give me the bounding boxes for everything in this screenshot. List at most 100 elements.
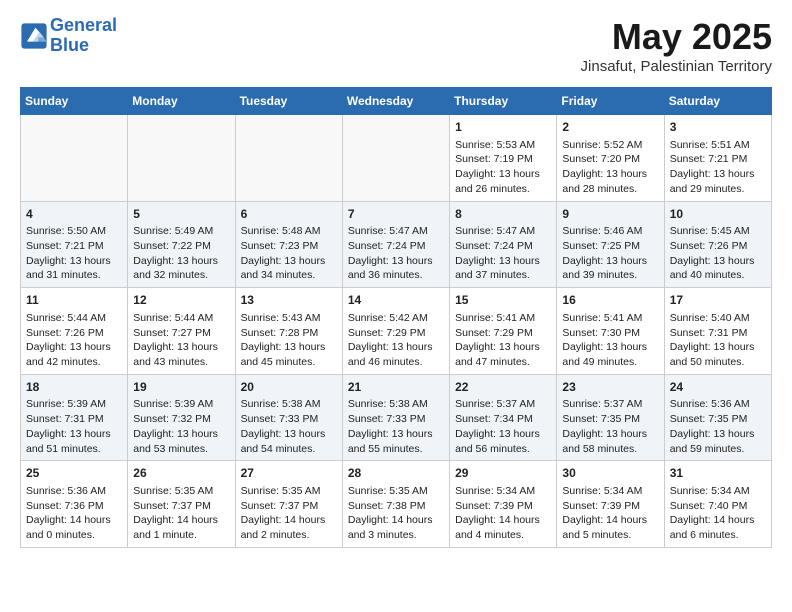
cell-info-line: Sunset: 7:21 PM	[26, 239, 122, 254]
cell-info-line: Daylight: 13 hours	[26, 427, 122, 442]
cell-info-line: Sunset: 7:24 PM	[348, 239, 444, 254]
cell-info-line: and 37 minutes.	[455, 268, 551, 283]
cell-info-line: Sunset: 7:31 PM	[26, 412, 122, 427]
cell-info-line: Sunrise: 5:47 AM	[348, 224, 444, 239]
location-title: Jinsafut, Palestinian Territory	[581, 58, 772, 75]
cell-info-line: Sunset: 7:37 PM	[241, 499, 337, 514]
cell-info-line: Sunset: 7:33 PM	[348, 412, 444, 427]
cell-info-line: and 50 minutes.	[670, 355, 766, 370]
calendar-header: Sunday Monday Tuesday Wednesday Thursday…	[21, 88, 772, 115]
cell-info-line: Sunrise: 5:45 AM	[670, 224, 766, 239]
cell-info-line: Daylight: 13 hours	[562, 254, 658, 269]
calendar-week-5: 25Sunrise: 5:36 AMSunset: 7:36 PMDayligh…	[21, 461, 772, 548]
calendar-cell	[342, 115, 449, 202]
col-friday: Friday	[557, 88, 664, 115]
cell-info-line: Daylight: 14 hours	[348, 513, 444, 528]
cell-info-line: Daylight: 14 hours	[455, 513, 551, 528]
calendar-cell: 29Sunrise: 5:34 AMSunset: 7:39 PMDayligh…	[450, 461, 557, 548]
cell-info-line: and 4 minutes.	[455, 528, 551, 543]
calendar-cell: 15Sunrise: 5:41 AMSunset: 7:29 PMDayligh…	[450, 288, 557, 375]
day-number: 12	[133, 292, 229, 309]
day-number: 4	[26, 206, 122, 223]
cell-info-line: Daylight: 14 hours	[133, 513, 229, 528]
day-number: 22	[455, 379, 551, 396]
cell-info-line: Sunset: 7:32 PM	[133, 412, 229, 427]
day-number: 16	[562, 292, 658, 309]
cell-info-line: Sunset: 7:38 PM	[348, 499, 444, 514]
cell-info-line: Sunset: 7:39 PM	[455, 499, 551, 514]
day-number: 18	[26, 379, 122, 396]
cell-info-line: Daylight: 14 hours	[26, 513, 122, 528]
logo: General Blue	[20, 16, 117, 56]
cell-info-line: Sunset: 7:26 PM	[670, 239, 766, 254]
calendar-cell: 1Sunrise: 5:53 AMSunset: 7:19 PMDaylight…	[450, 115, 557, 202]
day-number: 23	[562, 379, 658, 396]
cell-info-line: Sunset: 7:39 PM	[562, 499, 658, 514]
cell-info-line: and 53 minutes.	[133, 442, 229, 457]
day-number: 24	[670, 379, 766, 396]
cell-info-line: and 2 minutes.	[241, 528, 337, 543]
day-number: 15	[455, 292, 551, 309]
cell-info-line: and 3 minutes.	[348, 528, 444, 543]
cell-info-line: Daylight: 13 hours	[670, 254, 766, 269]
cell-info-line: and 28 minutes.	[562, 182, 658, 197]
day-number: 7	[348, 206, 444, 223]
calendar-week-4: 18Sunrise: 5:39 AMSunset: 7:31 PMDayligh…	[21, 374, 772, 461]
cell-info-line: Sunrise: 5:38 AM	[241, 397, 337, 412]
cell-info-line: and 59 minutes.	[670, 442, 766, 457]
cell-info-line: and 55 minutes.	[348, 442, 444, 457]
calendar-cell: 10Sunrise: 5:45 AMSunset: 7:26 PMDayligh…	[664, 201, 771, 288]
cell-info-line: and 58 minutes.	[562, 442, 658, 457]
cell-info-line: Sunrise: 5:34 AM	[455, 484, 551, 499]
cell-info-line: Sunset: 7:22 PM	[133, 239, 229, 254]
cell-info-line: and 46 minutes.	[348, 355, 444, 370]
cell-info-line: Daylight: 13 hours	[562, 427, 658, 442]
cell-info-line: Daylight: 13 hours	[348, 254, 444, 269]
cell-info-line: Sunrise: 5:36 AM	[670, 397, 766, 412]
cell-info-line: Daylight: 13 hours	[241, 427, 337, 442]
cell-info-line: Daylight: 13 hours	[133, 254, 229, 269]
cell-info-line: Sunrise: 5:38 AM	[348, 397, 444, 412]
cell-info-line: Sunset: 7:20 PM	[562, 152, 658, 167]
cell-info-line: Sunrise: 5:43 AM	[241, 311, 337, 326]
day-number: 31	[670, 465, 766, 482]
calendar-week-3: 11Sunrise: 5:44 AMSunset: 7:26 PMDayligh…	[21, 288, 772, 375]
calendar-cell: 9Sunrise: 5:46 AMSunset: 7:25 PMDaylight…	[557, 201, 664, 288]
cell-info-line: Sunrise: 5:35 AM	[133, 484, 229, 499]
cell-info-line: Sunset: 7:21 PM	[670, 152, 766, 167]
day-number: 10	[670, 206, 766, 223]
cell-info-line: Sunset: 7:31 PM	[670, 326, 766, 341]
cell-info-line: and 0 minutes.	[26, 528, 122, 543]
day-number: 11	[26, 292, 122, 309]
title-area: May 2025 Jinsafut, Palestinian Territory	[581, 16, 772, 75]
cell-info-line: Daylight: 13 hours	[26, 254, 122, 269]
calendar-cell: 25Sunrise: 5:36 AMSunset: 7:36 PMDayligh…	[21, 461, 128, 548]
cell-info-line: Sunrise: 5:53 AM	[455, 138, 551, 153]
calendar-cell: 18Sunrise: 5:39 AMSunset: 7:31 PMDayligh…	[21, 374, 128, 461]
cell-info-line: Sunrise: 5:37 AM	[455, 397, 551, 412]
cell-info-line: Sunset: 7:37 PM	[133, 499, 229, 514]
day-number: 2	[562, 119, 658, 136]
cell-info-line: Sunrise: 5:39 AM	[133, 397, 229, 412]
calendar-cell: 24Sunrise: 5:36 AMSunset: 7:35 PMDayligh…	[664, 374, 771, 461]
cell-info-line: and 51 minutes.	[26, 442, 122, 457]
calendar-cell: 22Sunrise: 5:37 AMSunset: 7:34 PMDayligh…	[450, 374, 557, 461]
header-row: Sunday Monday Tuesday Wednesday Thursday…	[21, 88, 772, 115]
calendar-cell: 28Sunrise: 5:35 AMSunset: 7:38 PMDayligh…	[342, 461, 449, 548]
calendar-table: Sunday Monday Tuesday Wednesday Thursday…	[20, 87, 772, 548]
day-number: 9	[562, 206, 658, 223]
calendar-cell: 26Sunrise: 5:35 AMSunset: 7:37 PMDayligh…	[128, 461, 235, 548]
cell-info-line: Sunset: 7:35 PM	[562, 412, 658, 427]
cell-info-line: Sunrise: 5:41 AM	[562, 311, 658, 326]
calendar-cell: 3Sunrise: 5:51 AMSunset: 7:21 PMDaylight…	[664, 115, 771, 202]
cell-info-line: Daylight: 13 hours	[455, 427, 551, 442]
calendar-week-2: 4Sunrise: 5:50 AMSunset: 7:21 PMDaylight…	[21, 201, 772, 288]
day-number: 17	[670, 292, 766, 309]
cell-info-line: and 49 minutes.	[562, 355, 658, 370]
calendar-cell: 11Sunrise: 5:44 AMSunset: 7:26 PMDayligh…	[21, 288, 128, 375]
cell-info-line: Sunrise: 5:41 AM	[455, 311, 551, 326]
calendar-cell: 30Sunrise: 5:34 AMSunset: 7:39 PMDayligh…	[557, 461, 664, 548]
calendar-cell: 4Sunrise: 5:50 AMSunset: 7:21 PMDaylight…	[21, 201, 128, 288]
cell-info-line: Daylight: 13 hours	[670, 340, 766, 355]
calendar-cell: 8Sunrise: 5:47 AMSunset: 7:24 PMDaylight…	[450, 201, 557, 288]
